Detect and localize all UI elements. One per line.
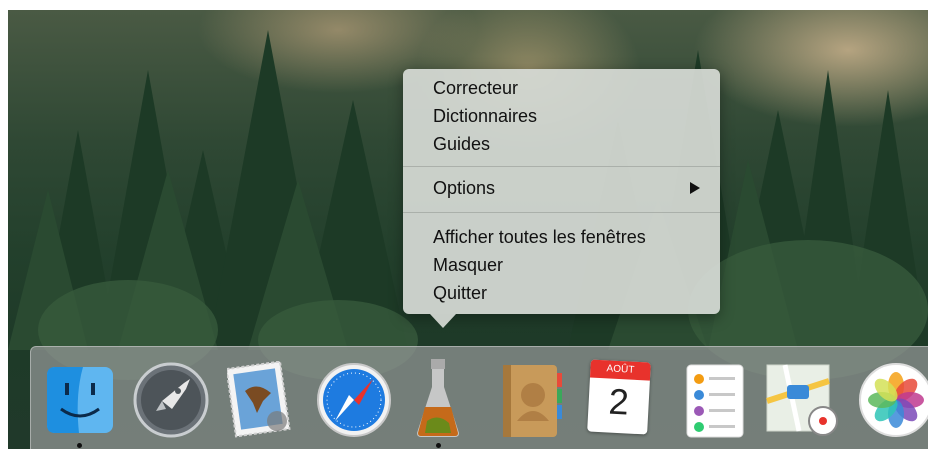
menu-item-quit[interactable]: Quitter	[433, 282, 487, 304]
flask-app-icon[interactable]	[413, 355, 463, 441]
menu-separator	[403, 212, 720, 213]
dock-context-menu: Correcteur Dictionnaires Guides Options …	[403, 69, 720, 314]
mail-icon[interactable]	[227, 361, 293, 439]
screenshot-frame: Correcteur Dictionnaires Guides Options …	[0, 0, 928, 449]
dock: AOÛT 2	[30, 346, 928, 449]
contacts-icon[interactable]	[499, 361, 565, 441]
maps-icon[interactable]	[763, 361, 843, 441]
menu-item-hide[interactable]: Masquer	[433, 254, 503, 276]
safari-icon[interactable]	[315, 361, 393, 439]
menu-pointer	[430, 314, 456, 328]
menu-item-options[interactable]: Options	[433, 177, 495, 199]
reminders-icon[interactable]	[681, 361, 747, 441]
calendar-day: 2	[607, 380, 630, 423]
menu-separator	[403, 166, 720, 167]
photos-icon[interactable]	[857, 361, 928, 439]
menu-item-dictionnaires[interactable]: Dictionnaires	[433, 105, 537, 127]
running-indicator	[77, 443, 82, 448]
menu-item-correcteur[interactable]: Correcteur	[433, 77, 518, 99]
launchpad-icon[interactable]	[132, 361, 210, 439]
calendar-icon[interactable]: AOÛT 2	[587, 359, 651, 435]
submenu-arrow-icon	[690, 182, 700, 194]
menu-item-guides[interactable]: Guides	[433, 133, 490, 155]
finder-icon[interactable]	[45, 365, 115, 435]
menu-item-show-all-windows[interactable]: Afficher toutes les fenêtres	[433, 226, 646, 248]
running-indicator	[436, 443, 441, 448]
